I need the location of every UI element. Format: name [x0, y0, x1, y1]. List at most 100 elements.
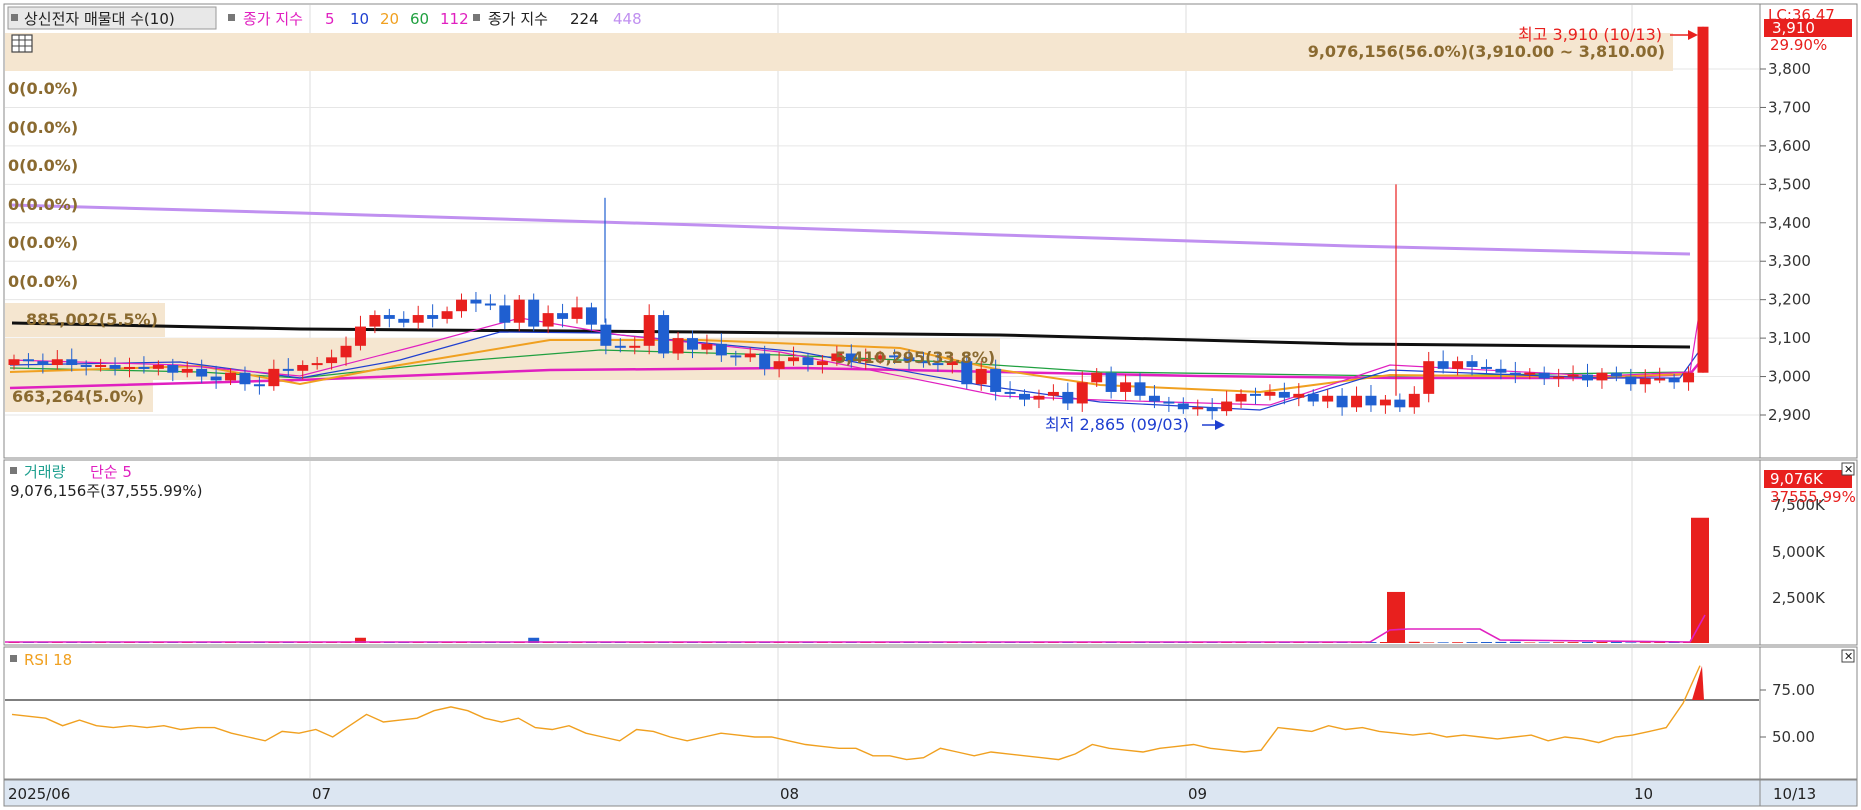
ma-legend-5: 5: [325, 10, 335, 28]
candle-body: [37, 361, 49, 366]
current-price: 3,910: [1772, 19, 1815, 37]
price-tick-label: 2,900: [1768, 406, 1811, 424]
candle-body: [1495, 368, 1507, 373]
volume-current: 9,076K: [1770, 470, 1824, 488]
candle-body: [816, 361, 828, 366]
candle-body: [225, 372, 237, 381]
candle-body: [614, 345, 626, 348]
candle-body: [1250, 393, 1261, 396]
candle-body: [470, 299, 482, 304]
low-label: 최저 2,865 (09/03): [1045, 415, 1189, 434]
rsi-legend-square-icon: [10, 655, 17, 662]
candle-body: [1120, 382, 1132, 392]
volume-spike-bar: [1387, 591, 1405, 643]
table-icon[interactable]: [11, 34, 33, 53]
candle-body: [1379, 399, 1391, 406]
candle-body: [643, 315, 655, 346]
price-tick-label: 3,200: [1768, 291, 1811, 309]
candle-body: [1163, 401, 1175, 404]
chart-canvas[interactable]: 3,800 3,700 3,600 3,500 3,400 3,300 3,200 3,100…: [0, 0, 1861, 810]
volume-bar: [1466, 642, 1478, 643]
volume-legend-square-icon: [10, 467, 17, 474]
volume-ma-label: 단순 5: [90, 463, 132, 481]
stock-chart: 3,800 3,700 3,600 3,500 3,400 3,300 3,200 3,100…: [0, 0, 1861, 810]
candle-body: [1567, 374, 1579, 377]
candle-body: [441, 311, 453, 319]
volume-bar: [1553, 642, 1565, 643]
date-tick-label: 10: [1634, 785, 1653, 803]
candle-body: [210, 376, 222, 381]
candle-body: [1047, 391, 1059, 396]
candle-body: [1480, 366, 1492, 369]
candle-body: [181, 368, 193, 373]
volume-tick-label: 2,500K: [1772, 589, 1826, 607]
ma-legend-224: 224: [570, 10, 599, 28]
candle-body: [585, 307, 597, 325]
volume-bar: [1423, 642, 1435, 643]
candle-body: [22, 359, 34, 362]
legend-square-icon: [11, 14, 18, 21]
candle-body: [1105, 372, 1117, 392]
profile-label-zero: 0(0.0%): [8, 156, 78, 175]
candle-body: [1134, 382, 1146, 396]
candle-body: [1221, 401, 1233, 412]
ma-legend-prefix: 종가 지수: [243, 10, 303, 28]
panel-frames: [3, 3, 1858, 807]
candle-body: [730, 355, 742, 358]
candle-body: [1553, 376, 1565, 379]
volume-info: 9,076,156주(37,555.99%): [10, 482, 202, 500]
candle-body: [557, 313, 569, 319]
volume-bar: [1480, 642, 1492, 643]
candle-body: [1683, 372, 1695, 383]
rsi-title: RSI 18: [24, 651, 72, 669]
candle-body: [1091, 372, 1103, 383]
volume-bar: [1408, 641, 1420, 643]
profile-label-5410: 5,410,295(33.8%): [835, 348, 995, 367]
candle-body: [427, 315, 439, 319]
price-tick-label: 3,100: [1768, 329, 1811, 347]
candle-body: [1206, 407, 1218, 412]
volume-current-pct: 37555.99%: [1770, 488, 1856, 506]
date-tick-label: 2025/06: [8, 785, 70, 803]
candle-body: [744, 353, 756, 358]
ma-legend-square-icon: [228, 14, 235, 21]
candle-body: [658, 315, 670, 354]
candle-body: [975, 368, 987, 385]
candle-body: [1408, 393, 1420, 408]
candle-body: [1351, 395, 1363, 408]
volume-bar: [1538, 642, 1550, 643]
candle-body: [1394, 399, 1406, 408]
candle-body: [1466, 361, 1478, 367]
price-tick-label: 3,600: [1768, 137, 1811, 155]
date-tick-label: 08: [780, 785, 799, 803]
candle-body: [297, 365, 309, 371]
candle-body: [1177, 403, 1189, 410]
candle-body: [109, 365, 121, 369]
profile-label-885: 885,002(5.5%): [26, 310, 158, 329]
rsi-tick-label: 75.00: [1772, 681, 1815, 699]
date-tick-label: 09: [1188, 785, 1207, 803]
candle-body: [802, 357, 814, 366]
profile-label-zero: 0(0.0%): [8, 272, 78, 291]
price-tick-label: 3,000: [1768, 368, 1811, 386]
profile-label-zero: 0(0.0%): [8, 118, 78, 137]
date-tick-label: 07: [312, 785, 331, 803]
candle-body: [542, 313, 554, 327]
candle-body: [1582, 374, 1593, 381]
candle-body: [701, 343, 713, 350]
candle-body: [1264, 391, 1276, 396]
candle-body: [1019, 393, 1030, 400]
candle-body: [990, 368, 1002, 392]
candle-body: [715, 343, 727, 356]
volume-close-glyph: ✕: [1844, 463, 1853, 476]
volume-bar: [1437, 642, 1449, 643]
legend-item: 상신전자 매물대 수(10): [24, 10, 175, 28]
candle-body: [1336, 395, 1348, 408]
ma-legend-112: 112: [440, 10, 469, 28]
volume-bar: [1524, 642, 1536, 643]
candle-body: [1524, 372, 1536, 375]
candle-body: [513, 299, 525, 323]
candle-body: [672, 338, 684, 354]
candle-body: [1423, 361, 1435, 394]
candle-body: [138, 366, 150, 369]
